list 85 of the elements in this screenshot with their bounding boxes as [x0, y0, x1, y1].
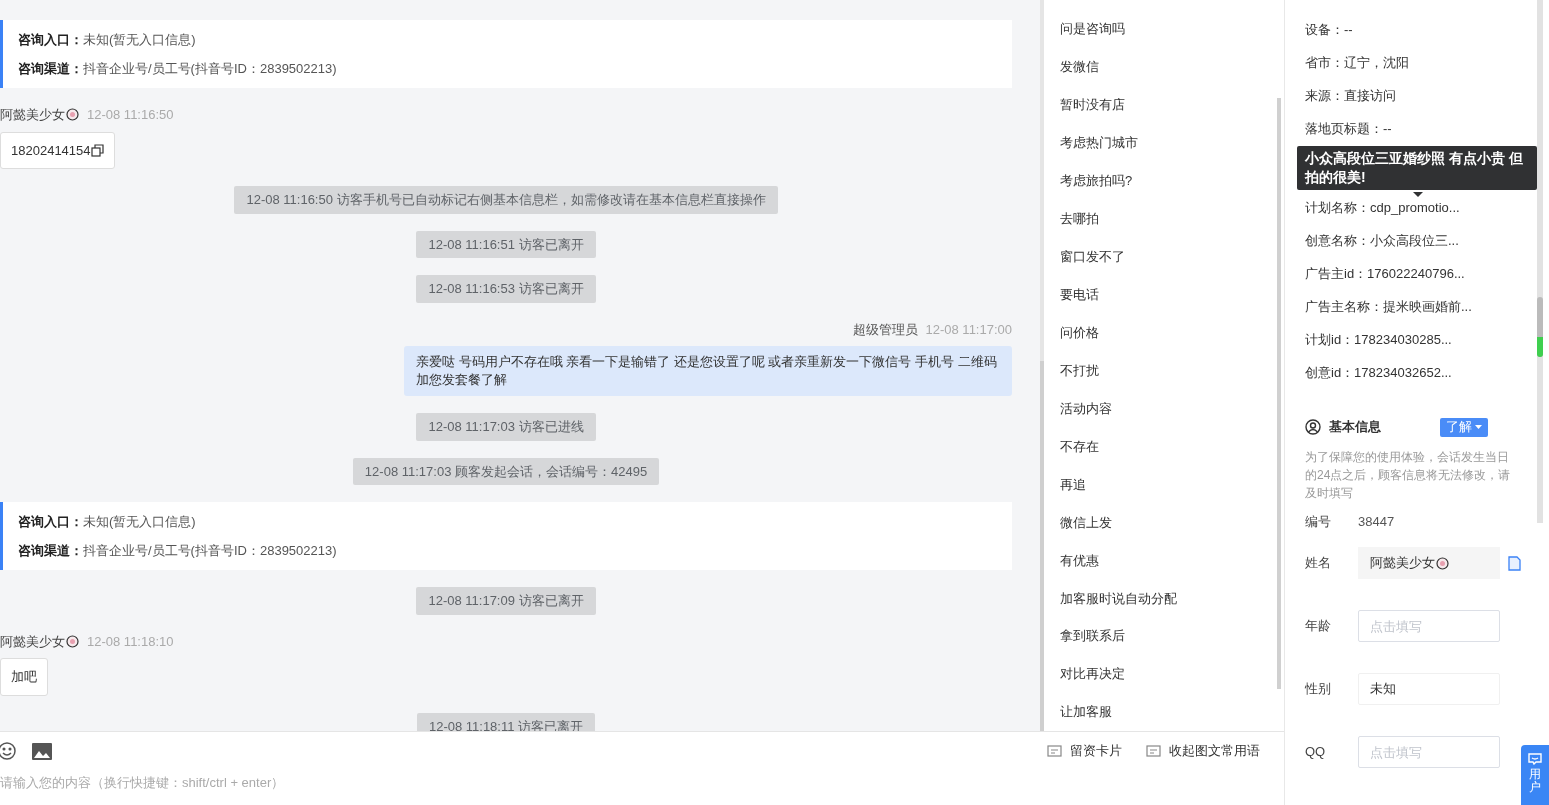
entry-value: 未知(暂无入口信息) — [83, 513, 196, 531]
visit-info-row-text: 来源：直接访问 — [1305, 87, 1397, 105]
quick-reply-item[interactable]: 有优惠 — [1060, 541, 1277, 580]
visitor-name: 阿懿美少女 — [0, 106, 65, 124]
emoji-icon — [1436, 556, 1449, 570]
copy-icon[interactable] — [1508, 555, 1521, 571]
visit-info-row-text: 广告主名称：提米映画婚前... — [1305, 298, 1473, 316]
visit-info-row-text: 落地页标题：-- — [1305, 120, 1393, 138]
channel-label: 咨询渠道： — [18, 541, 83, 560]
quick-reply-item[interactable]: 考虑热门城市 — [1060, 123, 1277, 162]
scrollbar-thumb[interactable] — [1537, 297, 1543, 357]
quick-reply-item[interactable]: 去哪拍 — [1060, 199, 1277, 238]
quick-reply-item[interactable]: 考虑旅拍吗? — [1060, 161, 1277, 200]
system-notice: 12-08 11:16:51 访客已离开 — [416, 230, 596, 258]
message-time: 12-08 11:16:50 — [87, 106, 174, 124]
agent-name: 超级管理员 — [852, 320, 918, 339]
visit-info-row-text: 创意名称：小众高段位三... — [1305, 232, 1460, 250]
system-notice: 12-08 11:16:50 访客手机号已自动标记右侧基本信息栏，如需修改请在基本信息栏直接操作 — [234, 186, 778, 214]
tooltip: 小众高段位三亚婚纱照 有点小贵 但拍的很美! — [1297, 146, 1537, 190]
section-title: 基本信息 — [1329, 418, 1381, 437]
message-input[interactable]: 请输入您的内容（换行快捷键：shift/ctrl + enter） — [0, 770, 600, 794]
field-label: QQ — [1305, 743, 1327, 762]
input-field[interactable]: 点击填写 — [1358, 610, 1500, 642]
user-icon — [1305, 419, 1321, 435]
quick-reply-item[interactable]: 让加客服 — [1060, 693, 1277, 732]
emoji-icon — [66, 634, 79, 648]
select-field[interactable]: 未知 — [1358, 673, 1500, 705]
quick-reply-item[interactable]: 暂时没有店 — [1060, 85, 1277, 124]
quick-reply-item[interactable]: 要电话 — [1060, 275, 1277, 314]
chat-icon — [1528, 753, 1542, 765]
quick-reply-item[interactable]: 问价格 — [1060, 313, 1277, 352]
action-button[interactable]: 留资卡片 — [1047, 741, 1122, 761]
scrollbar-thumb[interactable] — [1040, 361, 1044, 731]
field-label: 编号 — [1305, 513, 1332, 532]
message-icon — [1146, 744, 1161, 758]
message-text: 18202414154 — [11, 141, 91, 160]
image-icon[interactable] — [32, 742, 52, 760]
field-value: 38447 — [1358, 513, 1395, 532]
message-time: 12-08 11:17:00 — [925, 320, 1012, 339]
quick-reply-item[interactable]: 发微信 — [1060, 47, 1277, 86]
notice-text: 为了保障您的使用体验，会话发生当日的24点之后，顾客信息将无法修改，请及时填写 — [1305, 449, 1512, 502]
quick-reply-item[interactable]: 再追 — [1060, 465, 1277, 504]
quick-reply-item[interactable]: 问是咨询吗 — [1060, 10, 1277, 48]
message-text: 加吧 — [11, 668, 37, 686]
caret-icon — [1475, 425, 1482, 429]
input-field[interactable]: 点击填写 — [1358, 736, 1500, 768]
user-float-button[interactable]: 用户 — [1521, 745, 1549, 805]
channel-value: 抖音企业号/员工号(抖音号ID：2839502213) — [83, 541, 337, 560]
scrollbar-thumb[interactable] — [1277, 98, 1281, 689]
visit-info-row-text: 计划id：178234030285... — [1305, 331, 1453, 349]
system-notice: 12-08 11:16:53 访客已离开 — [416, 275, 596, 303]
quick-reply-item[interactable]: 不存在 — [1060, 427, 1277, 466]
quick-reply-item[interactable]: 窗口发不了 — [1060, 237, 1277, 276]
system-notice: 12-08 11:17:09 访客已离开 — [416, 587, 596, 615]
emoji-icon[interactable] — [0, 742, 16, 760]
visit-info-row-text: 计划名称：cdp_promotio... — [1305, 199, 1461, 217]
system-notice: 12-08 11:17:03 顾客发起会话，会话编号：42495 — [352, 457, 660, 485]
visit-info-row-text: 广告主id：176022240796... — [1305, 265, 1466, 283]
system-notice: 12-08 11:17:03 访客已进线 — [416, 413, 596, 441]
message-time: 12-08 11:18:10 — [87, 632, 174, 651]
quick-reply-item[interactable]: 活动内容 — [1060, 389, 1277, 428]
visitor-name: 阿懿美少女 — [0, 632, 65, 651]
emoji-icon — [66, 108, 79, 122]
quick-reply-item[interactable]: 不打扰 — [1060, 351, 1277, 390]
visit-info-row-text: 设备：-- — [1305, 21, 1354, 39]
name-field[interactable]: 阿懿美少女 — [1358, 547, 1500, 579]
quick-reply-item[interactable]: 拿到联系后 — [1060, 617, 1277, 656]
tooltip-pointer — [1413, 192, 1423, 197]
channel-value: 抖音企业号/员工号(抖音号ID：2839502213) — [83, 59, 337, 78]
entry-value: 未知(暂无入口信息) — [83, 31, 196, 49]
field-label: 性别 — [1305, 680, 1332, 699]
copy-icon[interactable] — [90, 143, 104, 157]
entry-label: 咨询入口： — [18, 31, 83, 49]
visit-info-row-text: 省市：辽宁，沈阳 — [1305, 54, 1410, 72]
field-label: 姓名 — [1305, 554, 1332, 573]
channel-label: 咨询渠道： — [18, 59, 83, 78]
entry-label: 咨询入口： — [18, 513, 83, 531]
action-button[interactable]: 收起图文常用语 — [1146, 741, 1260, 761]
visit-info-row-text: 创意id：178234032652... — [1305, 364, 1453, 382]
quick-reply-item[interactable]: 对比再决定 — [1060, 655, 1277, 694]
quick-reply-item[interactable]: 加客服时说自动分配 — [1060, 579, 1277, 618]
message-icon — [1047, 744, 1062, 758]
message-text: 亲爱哒 号码用户不存在哦 亲看一下是输错了 还是您设置了呢 或者亲重新发一下微信号 手机号 二维码加您发套餐了解 — [404, 346, 1012, 396]
field-label: 年龄 — [1305, 617, 1332, 636]
quick-reply-item[interactable]: 微信上发 — [1060, 503, 1277, 542]
